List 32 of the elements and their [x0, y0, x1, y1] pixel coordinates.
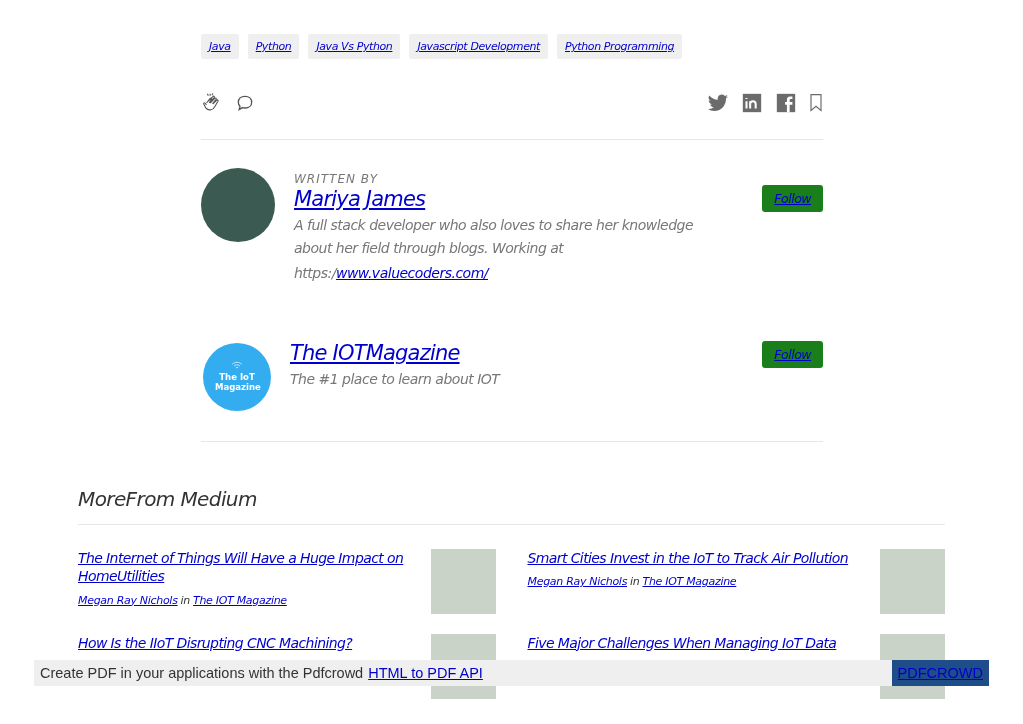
author-name-link[interactable]: Mariya James: [294, 187, 426, 211]
publication-tagline: The #1 place to learn about IOT: [290, 369, 502, 389]
publication-link[interactable]: The IOT Magazine: [193, 593, 287, 607]
url-prefix: https:/: [294, 265, 336, 281]
author-link[interactable]: Megan Ray Nichols: [78, 593, 178, 607]
article-title-link[interactable]: How Is the IIoT Disrupting CNC Machining?: [78, 633, 419, 652]
linkedin-icon[interactable]: [741, 92, 763, 114]
in-label: in: [630, 575, 640, 588]
article-title-link[interactable]: Five Major Challenges When Managing IoT Data: [527, 633, 868, 652]
article-title-link[interactable]: The Internet of Things Will Have a Huge Impact on HomeUtilities: [78, 548, 419, 586]
banner-text: Create PDF in your applications with the Pdfcrowd: [40, 665, 364, 681]
tag-link[interactable]: Java Vs Python: [308, 34, 401, 59]
section-heading: MoreFrom Medium: [78, 486, 258, 511]
author-link[interactable]: Megan Ray Nichols: [527, 575, 628, 588]
in-label: in: [180, 593, 190, 607]
bird-icon[interactable]: [707, 92, 729, 114]
tag-link[interactable]: Java: [201, 34, 239, 59]
tag-link[interactable]: Javascript Development: [409, 34, 549, 59]
written-by-label: WRITTEN BY: [294, 172, 380, 186]
photo-placeholder: [880, 548, 945, 614]
tag-link[interactable]: Python: [247, 34, 300, 59]
article-title-link[interactable]: Smart Cities Invest in the IoT to Track Air Pollution: [527, 548, 868, 567]
logo-text: The IoT Magazine: [215, 372, 259, 392]
tag-link[interactable]: Python Programming: [557, 34, 683, 59]
wifi-icon: [231, 361, 243, 370]
photo-placeholder: [430, 548, 496, 614]
publication-name-link[interactable]: The IOTMagazine: [290, 340, 460, 365]
publication-link[interactable]: The IOT Magazine: [642, 575, 737, 588]
api-link[interactable]: HTML to PDF API: [368, 665, 483, 681]
facebook-icon[interactable]: [775, 92, 797, 114]
comment-icon[interactable]: [235, 93, 255, 113]
bookmark-icon[interactable]: [809, 93, 823, 113]
